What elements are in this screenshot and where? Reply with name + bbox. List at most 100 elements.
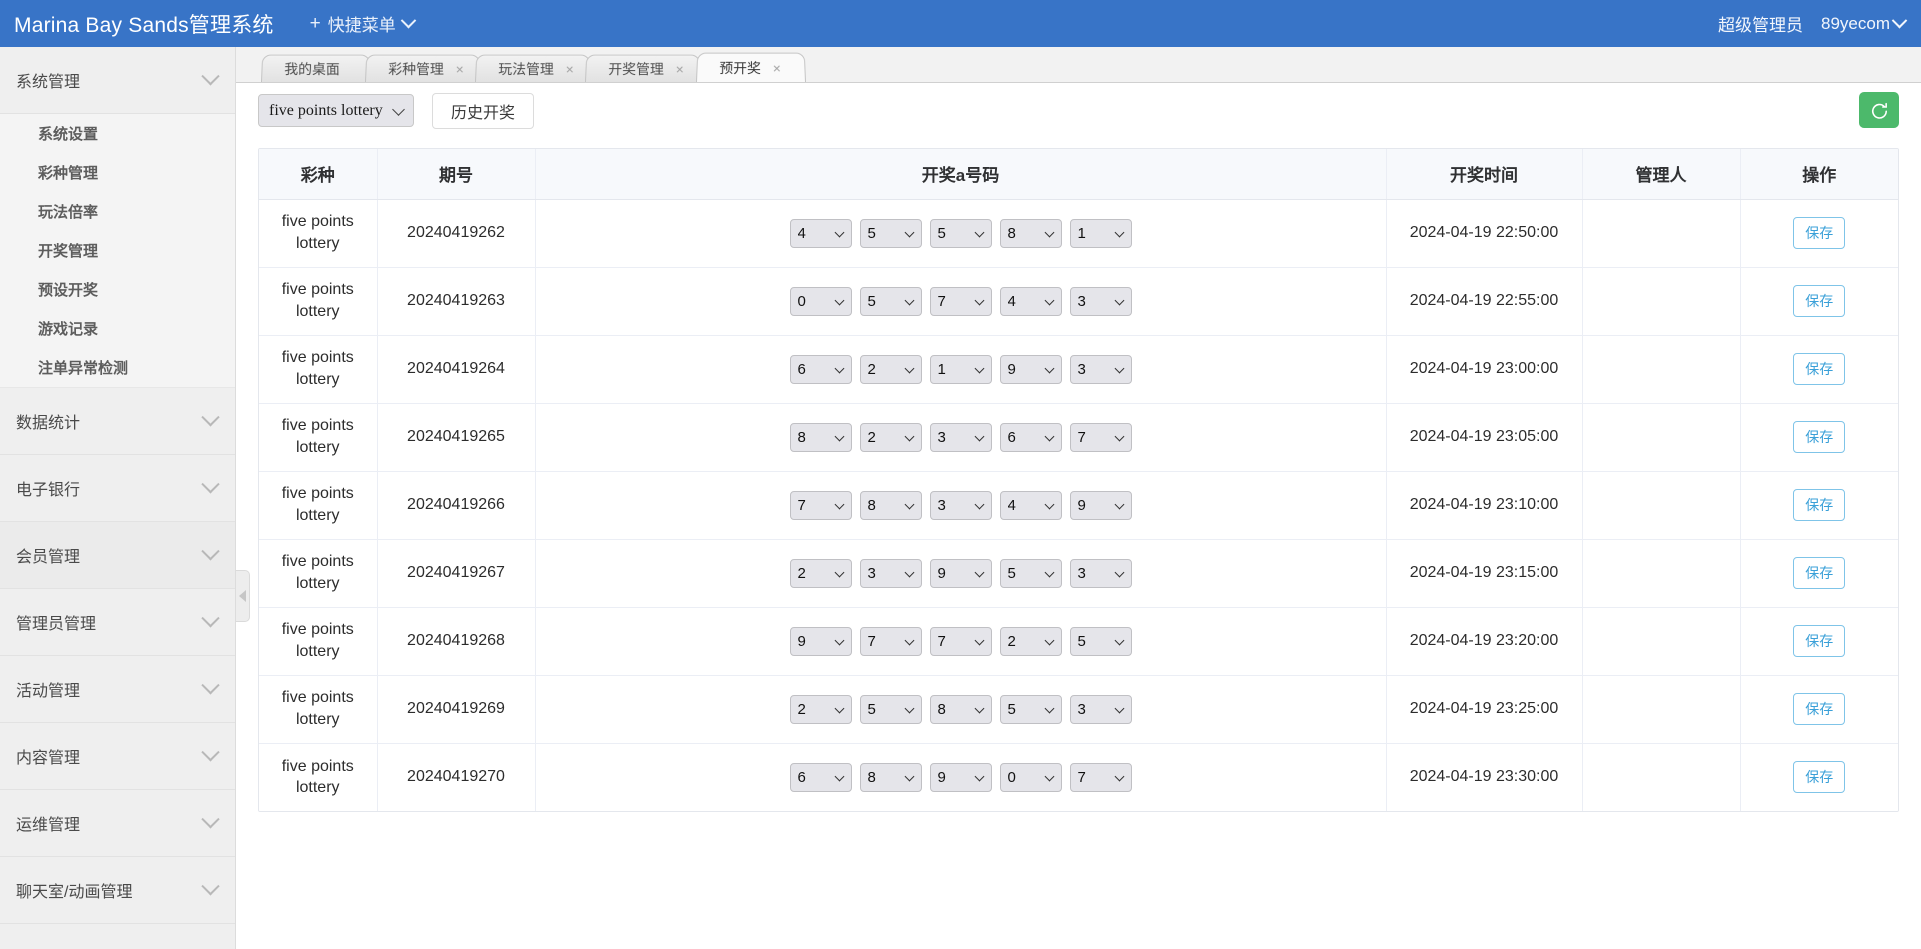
- tab-lottery-management[interactable]: 彩种管理 ×: [365, 55, 481, 82]
- lottery-select-wrap: five points lottery: [258, 94, 414, 127]
- save-button[interactable]: 保存: [1793, 489, 1845, 521]
- table-row: five points lottery202404192660123456789…: [259, 471, 1898, 539]
- number-select-2[interactable]: 0123456789: [860, 491, 922, 520]
- number-select-2[interactable]: 0123456789: [860, 559, 922, 588]
- number-select-4[interactable]: 0123456789: [1000, 491, 1062, 520]
- number-select-3[interactable]: 0123456789: [930, 627, 992, 656]
- number-select-1[interactable]: 0123456789: [790, 491, 852, 520]
- number-select-1[interactable]: 0123456789: [790, 695, 852, 724]
- save-button[interactable]: 保存: [1793, 693, 1845, 725]
- number-select-2[interactable]: 0123456789: [860, 695, 922, 724]
- sidebar-group-system[interactable]: 系统管理: [0, 47, 235, 114]
- number-select-4[interactable]: 0123456789: [1000, 763, 1062, 792]
- number-select-2[interactable]: 0123456789: [860, 423, 922, 452]
- tab-pre-draw[interactable]: 预开奖 ×: [696, 53, 806, 82]
- cell-draw-time: 2024-04-19 23:20:00: [1386, 607, 1582, 675]
- cell-issue-number: 20240419267: [377, 539, 535, 607]
- close-icon[interactable]: ×: [566, 62, 574, 76]
- number-select-5[interactable]: 0123456789: [1070, 491, 1132, 520]
- draw-results-table: 彩种 期号 开奖a号码 开奖时间 管理人 操作 five points lott…: [259, 149, 1898, 811]
- number-select-1[interactable]: 0123456789: [790, 423, 852, 452]
- close-icon[interactable]: ×: [772, 61, 780, 75]
- column-header-admin: 管理人: [1582, 149, 1740, 199]
- number-select-1[interactable]: 0123456789: [790, 355, 852, 384]
- sidebar-item-bet-anomaly-detection[interactable]: 注单异常检测: [0, 348, 235, 387]
- number-select-5[interactable]: 0123456789: [1070, 355, 1132, 384]
- number-select-5[interactable]: 0123456789: [1070, 423, 1132, 452]
- number-select-2[interactable]: 0123456789: [860, 219, 922, 248]
- number-select-3[interactable]: 0123456789: [930, 423, 992, 452]
- number-select-5[interactable]: 0123456789: [1070, 695, 1132, 724]
- number-select-3[interactable]: 0123456789: [930, 695, 992, 724]
- number-select-2[interactable]: 0123456789: [860, 355, 922, 384]
- save-button[interactable]: 保存: [1793, 421, 1845, 453]
- number-select-4[interactable]: 0123456789: [1000, 423, 1062, 452]
- save-button[interactable]: 保存: [1793, 353, 1845, 385]
- tab-label: 彩种管理: [388, 59, 444, 79]
- sidebar-item-play-odds[interactable]: 玩法倍率: [0, 192, 235, 231]
- sidebar-group-e-banking[interactable]: 电子银行: [0, 455, 235, 522]
- cell-draw-time: 2024-04-19 23:30:00: [1386, 743, 1582, 811]
- sidebar-item-label: 开奖管理: [38, 240, 98, 261]
- number-select-4[interactable]: 0123456789: [1000, 559, 1062, 588]
- sidebar-item-lottery-management[interactable]: 彩种管理: [0, 153, 235, 192]
- number-select-2[interactable]: 0123456789: [860, 287, 922, 316]
- sidebar-item-system-settings[interactable]: 系统设置: [0, 114, 235, 153]
- number-select-4[interactable]: 0123456789: [1000, 355, 1062, 384]
- sidebar-collapse-handle[interactable]: [236, 570, 250, 622]
- tab-draw-management[interactable]: 开奖管理 ×: [585, 55, 701, 82]
- number-select-2[interactable]: 0123456789: [860, 763, 922, 792]
- sidebar-group-statistics[interactable]: 数据统计: [0, 388, 235, 455]
- number-select-1[interactable]: 0123456789: [790, 627, 852, 656]
- number-select-1[interactable]: 0123456789: [790, 763, 852, 792]
- number-select-3[interactable]: 0123456789: [930, 763, 992, 792]
- number-select-4[interactable]: 0123456789: [1000, 287, 1062, 316]
- number-select-4[interactable]: 0123456789: [1000, 695, 1062, 724]
- number-select-3[interactable]: 0123456789: [930, 491, 992, 520]
- number-select-3[interactable]: 0123456789: [930, 559, 992, 588]
- save-button[interactable]: 保存: [1793, 557, 1845, 589]
- sidebar-item-preset-draw[interactable]: 预设开奖: [0, 270, 235, 309]
- number-select-1[interactable]: 0123456789: [790, 287, 852, 316]
- sidebar-item-game-records[interactable]: 游戏记录: [0, 309, 235, 348]
- sidebar-group-member-management[interactable]: 会员管理: [0, 522, 235, 589]
- cell-lottery-type: five points lottery: [259, 403, 377, 471]
- number-select-4[interactable]: 0123456789: [1000, 627, 1062, 656]
- plus-icon: +: [310, 14, 321, 33]
- tab-my-desktop[interactable]: 我的桌面: [261, 55, 371, 82]
- number-select-5[interactable]: 0123456789: [1070, 287, 1132, 316]
- number-select-5[interactable]: 0123456789: [1070, 627, 1132, 656]
- sidebar-item-draw-management[interactable]: 开奖管理: [0, 231, 235, 270]
- sidebar-group-admin-management[interactable]: 管理员管理: [0, 589, 235, 656]
- save-button[interactable]: 保存: [1793, 285, 1845, 317]
- tab-play-management[interactable]: 玩法管理 ×: [475, 55, 591, 82]
- number-select-wrap: 0123456789: [1000, 627, 1062, 656]
- sidebar-group-ops-management[interactable]: 运维管理: [0, 790, 235, 857]
- close-icon[interactable]: ×: [676, 62, 684, 76]
- number-select-3[interactable]: 0123456789: [930, 219, 992, 248]
- number-select-1[interactable]: 0123456789: [790, 219, 852, 248]
- quick-menu-button[interactable]: + 快捷菜单: [310, 11, 414, 36]
- table-row: five points lottery202404192650123456789…: [259, 403, 1898, 471]
- number-select-wrap: 0123456789: [1070, 219, 1132, 248]
- number-select-3[interactable]: 0123456789: [930, 355, 992, 384]
- sidebar-group-chatroom-animation[interactable]: 聊天室/动画管理: [0, 857, 235, 924]
- number-select-wrap: 0123456789: [860, 219, 922, 248]
- lottery-type-select[interactable]: five points lottery: [258, 94, 414, 127]
- history-draw-button[interactable]: 历史开奖: [432, 93, 534, 129]
- user-menu-button[interactable]: 89yecom: [1821, 14, 1905, 34]
- number-select-5[interactable]: 0123456789: [1070, 559, 1132, 588]
- sidebar-group-activity-management[interactable]: 活动管理: [0, 656, 235, 723]
- save-button[interactable]: 保存: [1793, 217, 1845, 249]
- save-button[interactable]: 保存: [1793, 625, 1845, 657]
- number-select-1[interactable]: 0123456789: [790, 559, 852, 588]
- number-select-2[interactable]: 0123456789: [860, 627, 922, 656]
- save-button[interactable]: 保存: [1793, 761, 1845, 793]
- sidebar-group-content-management[interactable]: 内容管理: [0, 723, 235, 790]
- number-select-5[interactable]: 0123456789: [1070, 219, 1132, 248]
- number-select-4[interactable]: 0123456789: [1000, 219, 1062, 248]
- refresh-button[interactable]: [1859, 92, 1899, 128]
- number-select-3[interactable]: 0123456789: [930, 287, 992, 316]
- number-select-5[interactable]: 0123456789: [1070, 763, 1132, 792]
- close-icon[interactable]: ×: [456, 62, 464, 76]
